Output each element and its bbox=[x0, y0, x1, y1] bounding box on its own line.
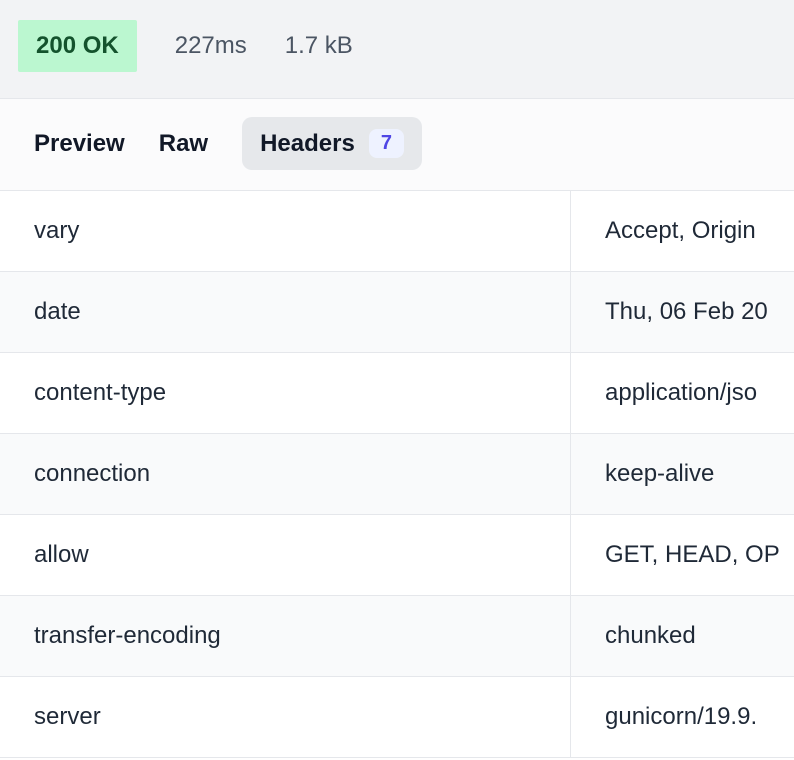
response-time: 227ms bbox=[175, 32, 247, 60]
table-row: server gunicorn/19.9. bbox=[0, 677, 794, 758]
tab-headers[interactable]: Headers 7 bbox=[242, 117, 422, 170]
header-value: Thu, 06 Feb 20 bbox=[571, 272, 794, 352]
tab-count-badge: 7 bbox=[369, 129, 404, 158]
header-key: transfer-encoding bbox=[0, 596, 571, 676]
header-key: connection bbox=[0, 434, 571, 514]
header-key: vary bbox=[0, 191, 571, 271]
tab-label: Raw bbox=[159, 130, 208, 158]
table-row: transfer-encoding chunked bbox=[0, 596, 794, 677]
response-size: 1.7 kB bbox=[285, 32, 353, 60]
header-value: gunicorn/19.9. bbox=[571, 677, 794, 757]
header-value: Accept, Origin bbox=[571, 191, 794, 271]
header-value: application/jso bbox=[571, 353, 794, 433]
tabs-bar: Preview Raw Headers 7 bbox=[0, 98, 794, 191]
table-row: vary Accept, Origin bbox=[0, 191, 794, 272]
table-row: content-type application/jso bbox=[0, 353, 794, 434]
header-value: keep-alive bbox=[571, 434, 794, 514]
tab-label: Headers bbox=[260, 130, 355, 158]
header-value: GET, HEAD, OP bbox=[571, 515, 794, 595]
status-badge: 200 OK bbox=[18, 20, 137, 72]
header-key: date bbox=[0, 272, 571, 352]
table-row: date Thu, 06 Feb 20 bbox=[0, 272, 794, 353]
table-row: allow GET, HEAD, OP bbox=[0, 515, 794, 596]
header-key: server bbox=[0, 677, 571, 757]
tab-label: Preview bbox=[34, 130, 125, 158]
headers-table: vary Accept, Origin date Thu, 06 Feb 20 … bbox=[0, 191, 794, 758]
tab-preview[interactable]: Preview bbox=[34, 130, 125, 158]
header-key: content-type bbox=[0, 353, 571, 433]
status-bar: 200 OK 227ms 1.7 kB bbox=[0, 0, 794, 98]
table-row: connection keep-alive bbox=[0, 434, 794, 515]
header-key: allow bbox=[0, 515, 571, 595]
tab-raw[interactable]: Raw bbox=[159, 130, 208, 158]
header-value: chunked bbox=[571, 596, 794, 676]
